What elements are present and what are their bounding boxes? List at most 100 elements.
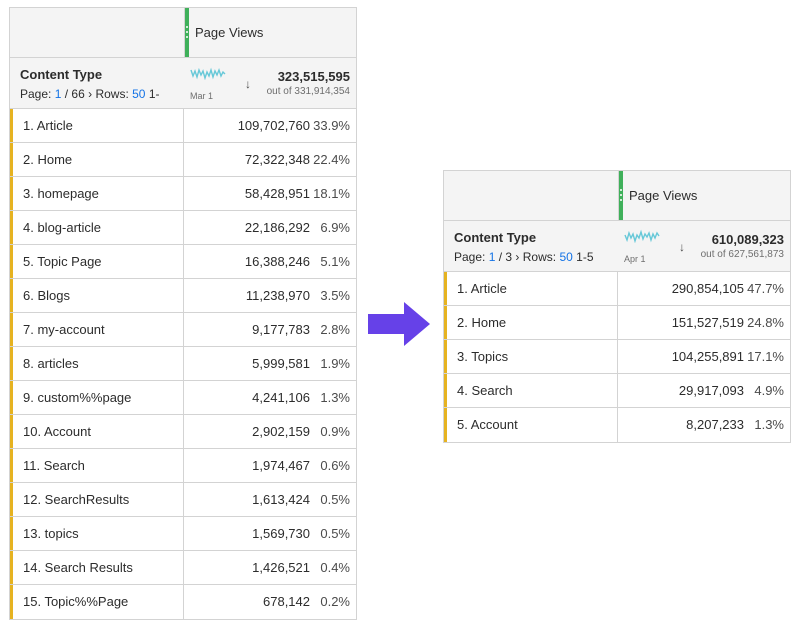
row-label[interactable]: 5. Topic Page xyxy=(23,254,102,269)
row-label[interactable]: 3. homepage xyxy=(23,186,99,201)
row-accent-bar xyxy=(10,211,13,244)
page-number[interactable]: 1 xyxy=(489,250,496,264)
sparkline-icon[interactable] xyxy=(624,229,660,243)
row-accent-bar xyxy=(10,449,13,482)
row-value: 290,854,105 xyxy=(671,281,744,296)
dimension-title[interactable]: Content Type xyxy=(20,67,102,82)
row-percent: 4.9% xyxy=(754,383,784,398)
table-row[interactable]: 15. Topic%%Page 678,142 0.2% xyxy=(10,585,356,619)
row-value: 109,702,760 xyxy=(237,118,310,133)
sparkline-date: Mar 1 xyxy=(190,91,214,101)
row-value: 678,142 xyxy=(263,594,310,609)
row-value: 72,322,348 xyxy=(244,152,310,167)
table-row[interactable]: 8. articles 5,999,581 1.9% xyxy=(10,347,356,381)
column-total: 610,089,323 xyxy=(711,232,784,247)
row-label[interactable]: 8. articles xyxy=(23,356,79,371)
row-percent: 2.8% xyxy=(320,322,350,337)
dimension-title[interactable]: Content Type xyxy=(454,230,536,245)
row-label[interactable]: 10. Account xyxy=(23,424,91,439)
table-row[interactable]: 2. Home 72,322,348 22.4% xyxy=(10,143,356,177)
row-percent: 1.3% xyxy=(320,390,350,405)
row-percent: 0.6% xyxy=(320,458,350,473)
row-label[interactable]: 3. Topics xyxy=(457,349,508,364)
table-body: 1. Article 109,702,760 33.9% 2. Home 72,322… xyxy=(10,109,356,619)
dimension-header: Content Type Page: 1 / 66 › Rows: 50 1- … xyxy=(10,58,356,109)
row-percent: 6.9% xyxy=(320,220,350,235)
pagination: Page: 1 / 3 › Rows: 50 1-5 xyxy=(454,250,594,264)
row-percent: 33.9% xyxy=(313,118,350,133)
row-accent-bar xyxy=(444,272,447,305)
row-percent: 24.8% xyxy=(747,315,784,330)
table-row[interactable]: 4. blog-article 22,186,292 6.9% xyxy=(10,211,356,245)
row-percent: 47.7% xyxy=(747,281,784,296)
row-percent: 0.5% xyxy=(320,526,350,541)
table-row[interactable]: 12. SearchResults 1,613,424 0.5% xyxy=(10,483,356,517)
table-body: 1. Article 290,854,105 47.7% 2. Home 151,52… xyxy=(444,272,790,442)
row-label[interactable]: 6. Blogs xyxy=(23,288,70,303)
table-row[interactable]: 7. my-account 9,177,783 2.8% xyxy=(10,313,356,347)
metric-header-label: Page Views xyxy=(629,188,698,203)
row-value: 1,426,521 xyxy=(252,560,310,575)
row-value: 29,917,093 xyxy=(678,383,744,398)
row-value: 151,527,519 xyxy=(671,315,744,330)
table-row[interactable]: 3. homepage 58,428,951 18.1% xyxy=(10,177,356,211)
table-row[interactable]: 11. Search 1,974,467 0.6% xyxy=(10,449,356,483)
table-row[interactable]: 9. custom%%page 4,241,106 1.3% xyxy=(10,381,356,415)
row-label[interactable]: 9. custom%%page xyxy=(23,390,131,405)
row-range: 1-5 xyxy=(576,250,594,264)
row-percent: 1.3% xyxy=(754,417,784,432)
table-row[interactable]: 13. topics 1,569,730 0.5% xyxy=(10,517,356,551)
column-grip-icon[interactable] xyxy=(185,8,189,57)
rows-per-page[interactable]: 50 xyxy=(559,250,572,264)
row-label[interactable]: 15. Topic%%Page xyxy=(23,594,128,609)
row-percent: 0.2% xyxy=(320,594,350,609)
table-row[interactable]: 2. Home 151,527,519 24.8% xyxy=(444,306,790,340)
sort-descending-icon[interactable]: ↓ xyxy=(245,77,251,91)
row-percent: 1.9% xyxy=(320,356,350,371)
table-row[interactable]: 1. Article 290,854,105 47.7% xyxy=(444,272,790,306)
metric-column-header[interactable]: Page Views xyxy=(184,8,356,57)
table-row[interactable]: 3. Topics 104,255,891 17.1% xyxy=(444,340,790,374)
row-accent-bar xyxy=(10,313,13,346)
row-accent-bar xyxy=(10,415,13,448)
row-label[interactable]: 1. Article xyxy=(457,281,507,296)
column-grip-icon[interactable] xyxy=(619,171,623,220)
row-value: 9,177,783 xyxy=(252,322,310,337)
row-label[interactable]: 11. Search xyxy=(23,458,85,473)
table-row[interactable]: 10. Account 2,902,159 0.9% xyxy=(10,415,356,449)
row-percent: 0.5% xyxy=(320,492,350,507)
row-label[interactable]: 7. my-account xyxy=(23,322,105,337)
row-value: 5,999,581 xyxy=(252,356,310,371)
table-row[interactable]: 6. Blogs 11,238,970 3.5% xyxy=(10,279,356,313)
metric-header-label: Page Views xyxy=(195,25,264,40)
row-percent: 0.9% xyxy=(320,424,350,439)
row-value: 58,428,951 xyxy=(244,186,310,201)
chevron-right-icon[interactable]: › xyxy=(88,87,92,101)
page-count: / 3 xyxy=(498,250,513,264)
row-label[interactable]: 4. blog-article xyxy=(23,220,101,235)
table-header: Page Views xyxy=(10,8,356,58)
table-row[interactable]: 4. Search 29,917,093 4.9% xyxy=(444,374,790,408)
sort-descending-icon[interactable]: ↓ xyxy=(679,240,685,254)
rows-label: Rows: xyxy=(522,250,557,264)
sparkline-icon[interactable] xyxy=(190,66,226,80)
row-label[interactable]: 13. topics xyxy=(23,526,79,541)
row-label[interactable]: 1. Article xyxy=(23,118,73,133)
chevron-right-icon[interactable]: › xyxy=(515,250,519,264)
row-value: 16,388,246 xyxy=(244,254,310,269)
row-label[interactable]: 4. Search xyxy=(457,383,513,398)
row-label[interactable]: 2. Home xyxy=(457,315,506,330)
row-label[interactable]: 12. SearchResults xyxy=(23,492,129,507)
row-label[interactable]: 5. Account xyxy=(457,417,518,432)
rows-per-page[interactable]: 50 xyxy=(132,87,145,101)
metric-column-header[interactable]: Page Views xyxy=(618,171,790,220)
row-label[interactable]: 2. Home xyxy=(23,152,72,167)
row-range: 1- xyxy=(148,87,160,101)
table-row[interactable]: 5. Account 8,207,233 1.3% xyxy=(444,408,790,442)
row-label[interactable]: 14. Search Results xyxy=(23,560,133,575)
table-row[interactable]: 1. Article 109,702,760 33.9% xyxy=(10,109,356,143)
page-number[interactable]: 1 xyxy=(55,87,62,101)
table-row[interactable]: 14. Search Results 1,426,521 0.4% xyxy=(10,551,356,585)
row-value: 22,186,292 xyxy=(244,220,310,235)
table-row[interactable]: 5. Topic Page 16,388,246 5.1% xyxy=(10,245,356,279)
